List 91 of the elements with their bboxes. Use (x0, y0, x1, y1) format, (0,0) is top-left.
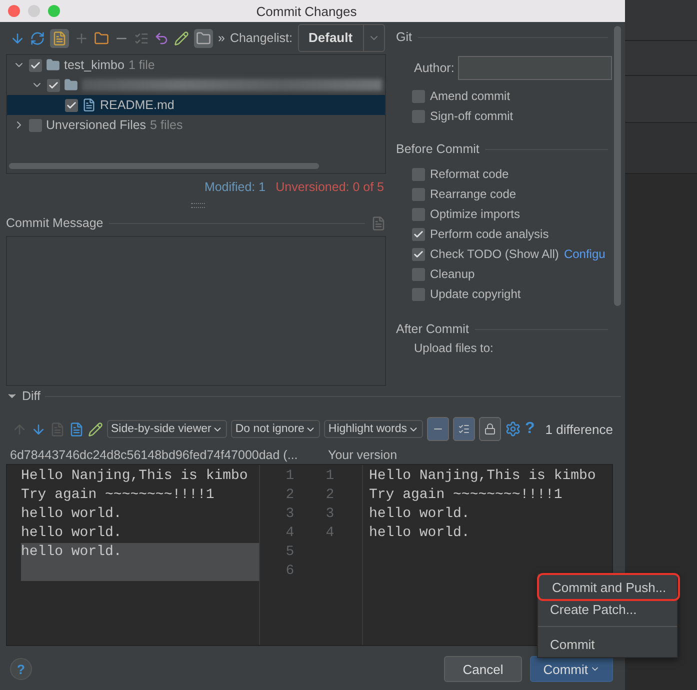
checkbox[interactable] (412, 268, 425, 280)
checkbox[interactable] (412, 228, 425, 240)
window-title: Commit Changes (255, 4, 358, 18)
checkbox[interactable] (412, 110, 425, 122)
tree-row[interactable]: test_kimbo 1 file (7, 55, 385, 75)
settings-icon[interactable] (505, 421, 522, 437)
scrollbar[interactable] (614, 26, 621, 306)
tree-row[interactable]: README.md (7, 95, 385, 115)
option-label: Rearrange code (430, 187, 516, 201)
unversioned-count: Unversioned: 0 of 5 (276, 180, 384, 196)
checkbox[interactable] (29, 58, 42, 72)
modified-count: Modified: 1 (204, 180, 266, 196)
viewer-dropdown[interactable]: Side-by-side viewer (107, 420, 228, 438)
code-line: hello world. (20, 543, 123, 562)
code-line: hello world. (368, 524, 471, 543)
folder-icon (46, 58, 60, 72)
checkbox[interactable] (412, 208, 425, 220)
code-line: Try again ~~~~~~~~!!!!1 (368, 486, 564, 505)
highlight-dropdown[interactable]: Highlight words (324, 420, 424, 438)
add-icon[interactable] (74, 30, 89, 46)
line-number: 3 (324, 505, 336, 524)
code-line: hello world. (20, 524, 123, 543)
scrollbar[interactable] (9, 163, 319, 169)
file-count: 5 files (150, 118, 183, 132)
checkbox[interactable] (412, 188, 425, 200)
undo-icon[interactable] (154, 30, 169, 46)
edit-icon[interactable] (88, 422, 103, 436)
checkbox[interactable] (412, 248, 425, 260)
line-number: 2 (284, 486, 296, 505)
line-number: 1 (284, 467, 296, 486)
tree-label: Unversioned Files (46, 118, 146, 132)
file-count: 1 file (128, 58, 155, 72)
close-button[interactable] (8, 5, 20, 17)
section-title: Diff (22, 389, 41, 403)
checkbox[interactable] (412, 288, 425, 300)
refresh-icon[interactable] (30, 30, 45, 46)
menu-item[interactable]: Commit and Push... (540, 576, 677, 598)
changelist-label: Changelist: (230, 31, 292, 45)
commit-button[interactable]: Commit (530, 656, 613, 682)
line-number: 6 (284, 562, 296, 581)
section-title: Git (396, 30, 412, 44)
checkbox[interactable] (412, 90, 425, 102)
code-line: Try again ~~~~~~~~!!!!1 (20, 486, 216, 505)
tree-label: test_kimbo (64, 58, 124, 72)
checkbox[interactable] (412, 168, 425, 180)
next-difference-icon[interactable] (31, 422, 46, 436)
tree-row[interactable]: Unversioned Files 5 files (7, 115, 385, 135)
tree-label: README.md (100, 98, 174, 112)
option-label: Cleanup (430, 267, 475, 281)
line-number: 5 (284, 543, 296, 562)
author-label: Author: (414, 61, 454, 75)
line-number: 4 (324, 524, 336, 543)
splitter-handle[interactable] (191, 202, 205, 208)
checkbox[interactable] (29, 118, 42, 132)
option-label: Amend commit (430, 89, 510, 103)
code-line: hello world. (368, 505, 471, 524)
folder-icon (64, 78, 78, 92)
menu-item[interactable]: Commit (538, 626, 677, 655)
menu-item[interactable]: Create Patch... (538, 598, 677, 620)
checkbox[interactable] (47, 78, 60, 92)
upload-label: Upload files to: (414, 341, 494, 355)
cancel-button[interactable]: Cancel (444, 656, 522, 682)
option-label: Update copyright (430, 287, 521, 301)
lock-icon[interactable] (479, 417, 502, 441)
markdown-file-icon (82, 98, 96, 112)
line-number: 1 (324, 467, 336, 486)
code-line: hello world. (20, 505, 123, 524)
option-label: Check TODO (Show All) (430, 247, 559, 261)
checkbox[interactable] (65, 98, 78, 112)
left-pane-title: 6d78443746dc24d8c56148bd96fed74f47000dad (... (10, 448, 299, 462)
edit-icon[interactable] (174, 30, 189, 46)
right-pane-title: Your version (328, 448, 398, 462)
overflow-chevron[interactable]: » (218, 31, 225, 45)
configure-link[interactable]: Configu (564, 247, 606, 261)
zoom-button[interactable] (48, 5, 60, 17)
line-number: 4 (284, 524, 296, 543)
option-label: Optimize imports (430, 207, 520, 221)
line-number: 3 (284, 505, 296, 524)
section-title: After Commit (396, 322, 469, 336)
line-number: 2 (324, 486, 336, 505)
section-title: Before Commit (396, 142, 480, 156)
section-title: Commit Message (6, 216, 104, 230)
option-label: Sign-off commit (430, 109, 514, 123)
option-label: Reformat code (430, 167, 509, 181)
difference-count: 1 difference (545, 422, 613, 436)
whitespace-dropdown[interactable]: Do not ignore (231, 420, 320, 438)
code-line: Hello Nanjing,This is kimbo (20, 467, 249, 486)
author-field[interactable] (458, 56, 612, 80)
option-label: Perform code analysis (430, 227, 549, 241)
changelist-dropdown[interactable]: Default (298, 24, 385, 52)
code-line: Hello Nanjing,This is kimbo (368, 467, 597, 486)
